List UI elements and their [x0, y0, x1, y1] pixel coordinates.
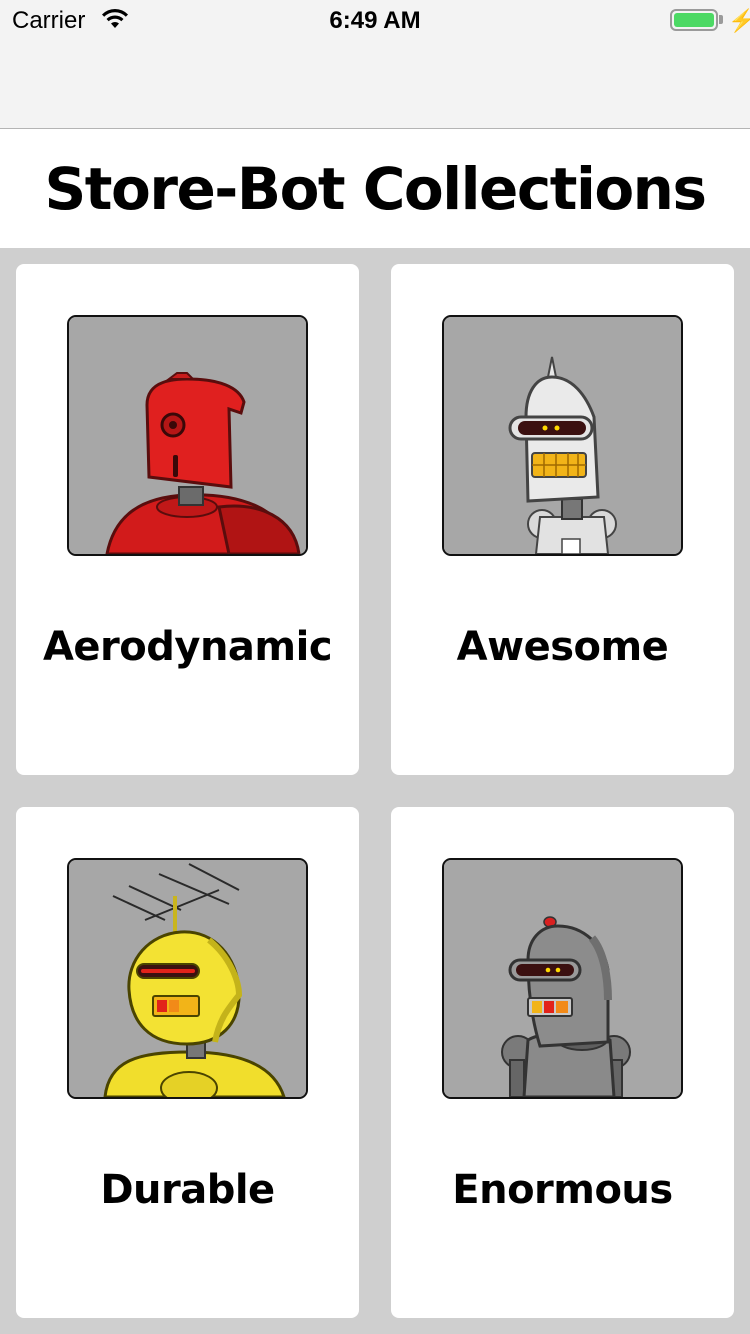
yellow-robot-image: [67, 858, 308, 1099]
gray-robot-image: [442, 858, 683, 1099]
clock: 6:49 AM: [329, 7, 421, 34]
page-title: Store-Bot Collections: [44, 154, 708, 223]
status-bar: Carrier 6:49 AM ⚡: [0, 0, 750, 40]
charging-icon: ⚡: [728, 8, 750, 33]
red-robot-image: [67, 315, 308, 556]
page-header: Store-Bot Collections: [0, 129, 750, 248]
collection-label: Aerodynamic: [42, 624, 333, 670]
collection-label: Enormous: [452, 1167, 673, 1213]
battery-icon: [670, 9, 718, 31]
collection-card-enormous[interactable]: Enormous: [391, 807, 734, 1318]
white-robot-image: [442, 315, 683, 556]
collection-card-durable[interactable]: Durable: [16, 807, 359, 1318]
battery-cap: [719, 15, 723, 24]
collection-label: Durable: [100, 1167, 275, 1213]
navigation-bar: Carrier 6:49 AM ⚡: [0, 0, 750, 129]
collection-card-awesome[interactable]: Awesome: [391, 264, 734, 775]
collection-card-aerodynamic[interactable]: Aerodynamic: [16, 264, 359, 775]
collection-label: Awesome: [456, 624, 669, 670]
